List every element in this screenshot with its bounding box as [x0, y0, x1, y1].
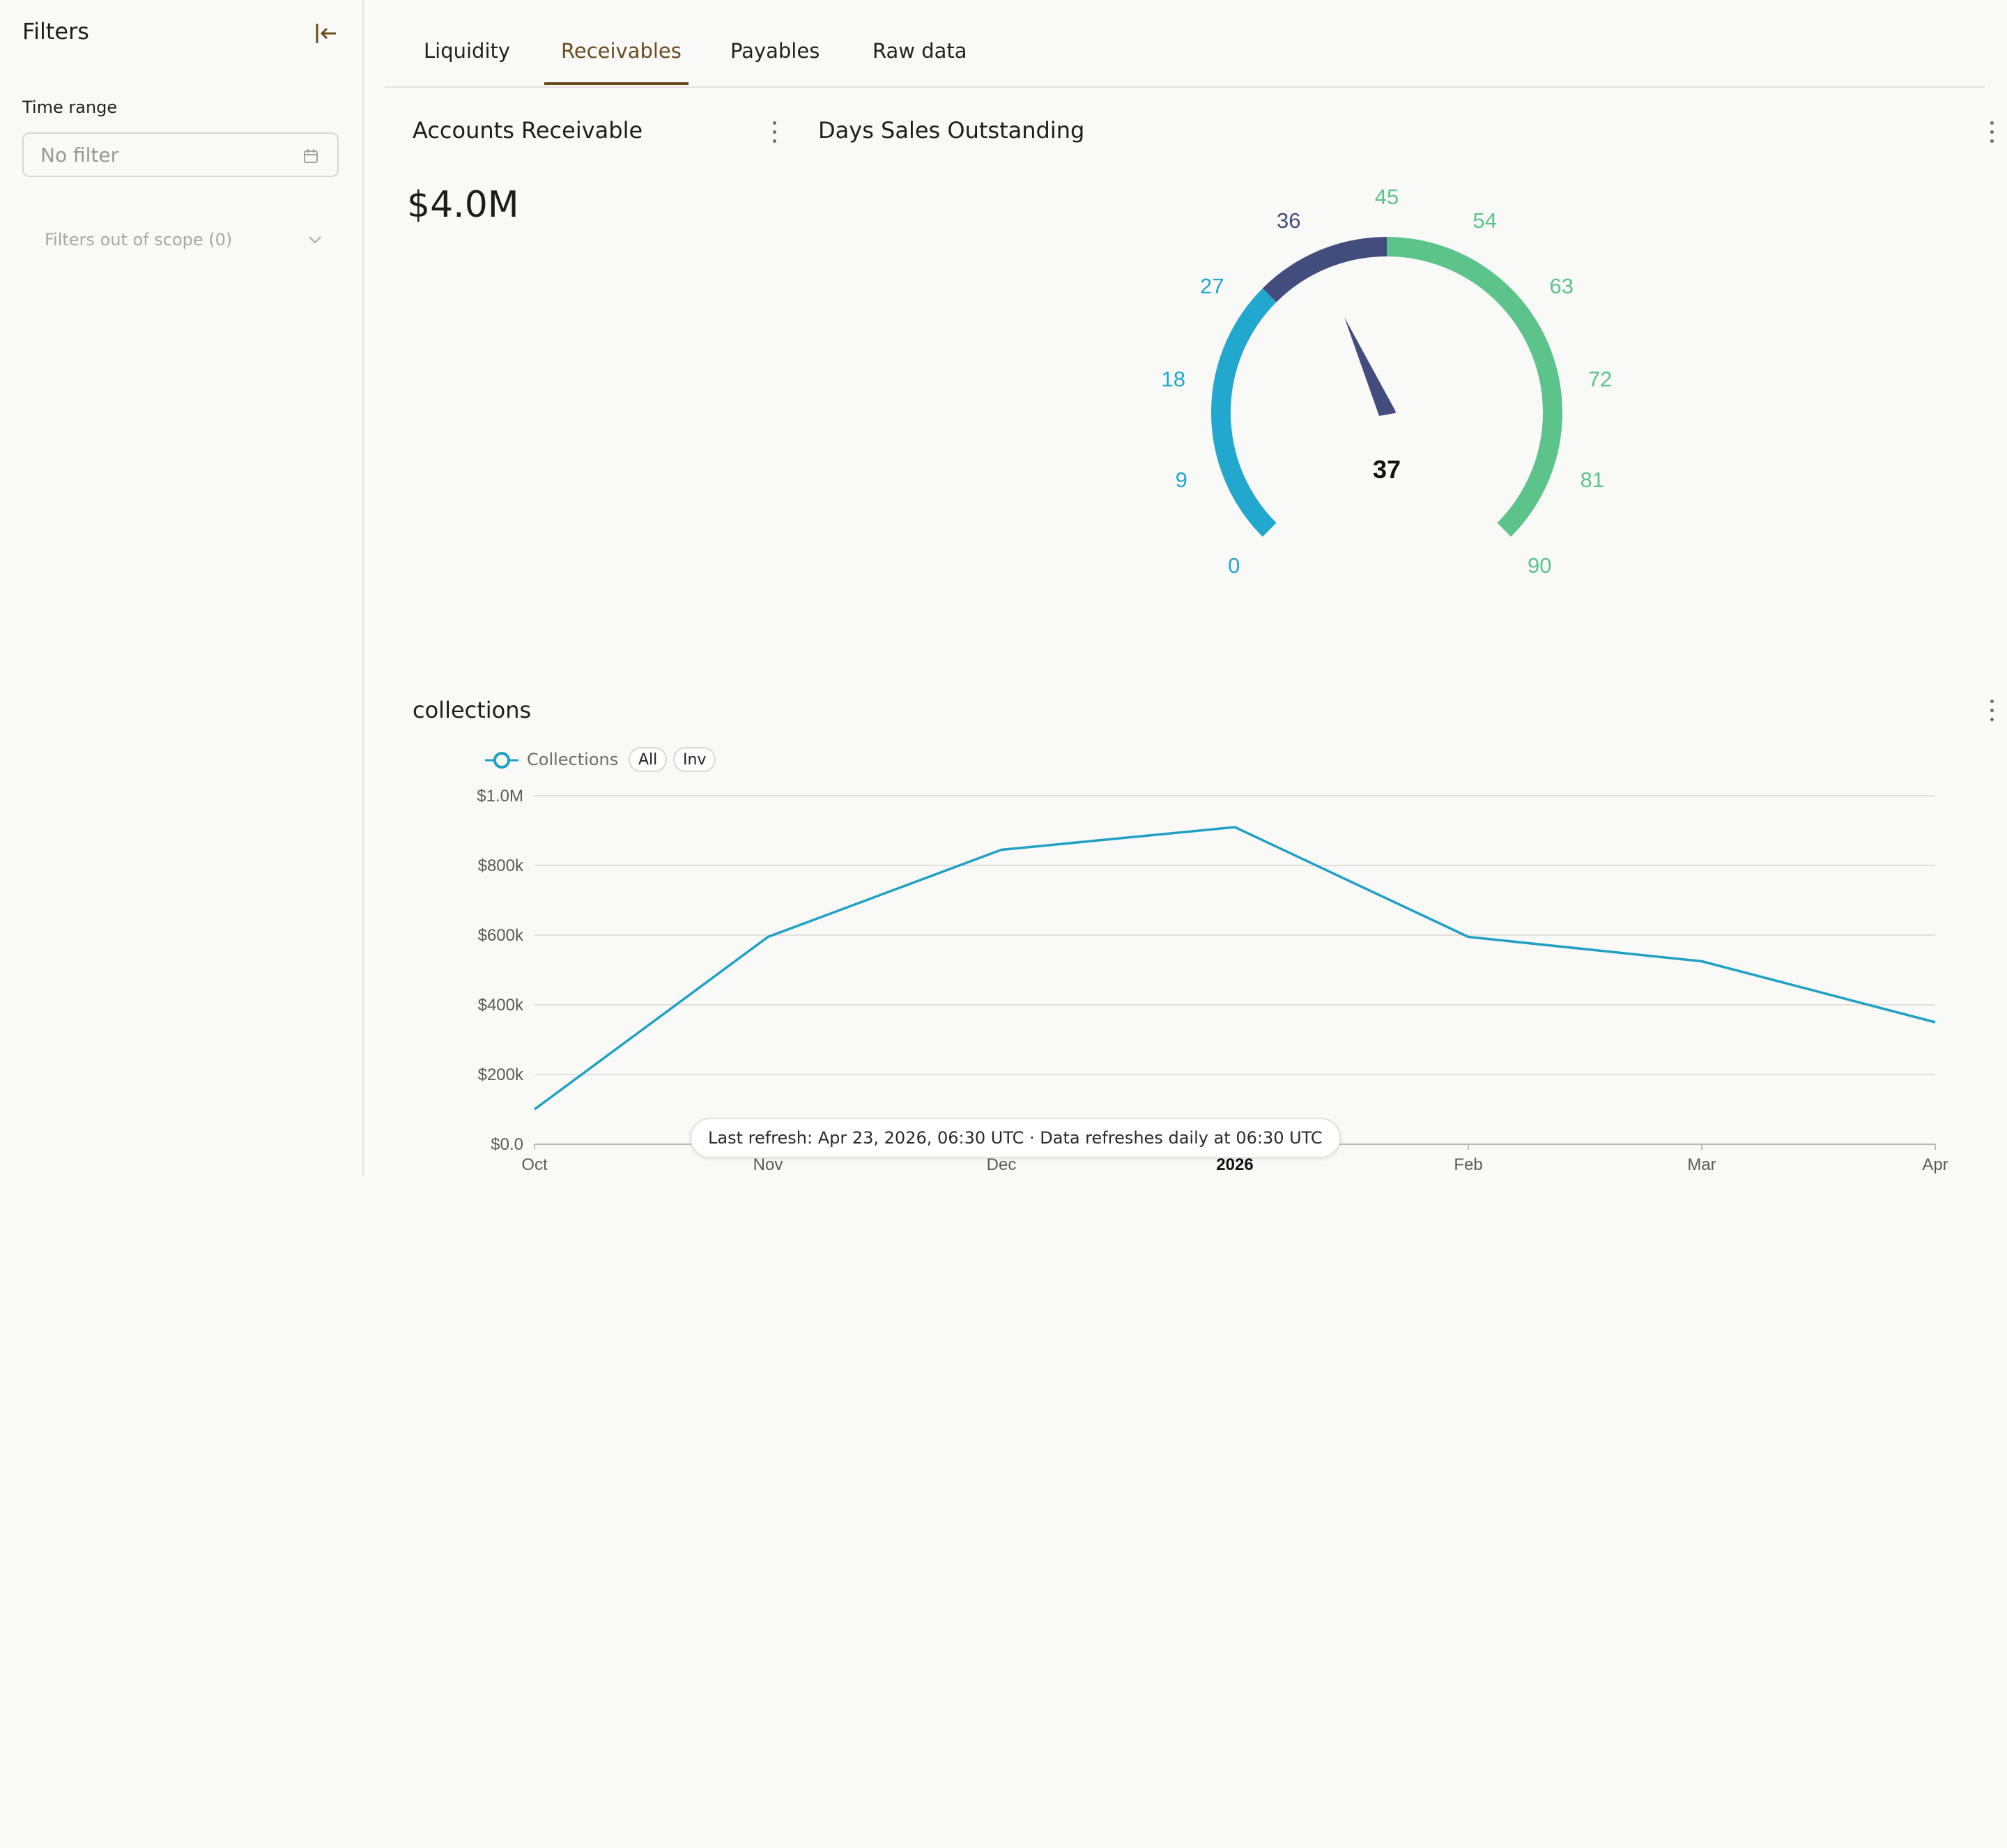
- x-tick-label: Mar: [1687, 1155, 1716, 1174]
- dso-menu-button[interactable]: [1985, 120, 1999, 145]
- legend-series-marker-icon[interactable]: [484, 750, 520, 771]
- y-tick-label: $600k: [478, 926, 524, 945]
- x-tick-label: Oct: [521, 1155, 548, 1174]
- accounts-receivable-menu-button[interactable]: [767, 120, 781, 145]
- gauge-tick-label: 63: [1550, 274, 1574, 298]
- gauge-band-0: [1210, 288, 1277, 537]
- filters-sidebar: Filters Time range No filter Filters out…: [0, 0, 364, 1176]
- y-tick-label: $200k: [478, 1065, 524, 1084]
- x-tick-label: Apr: [1922, 1155, 1948, 1174]
- filters-out-of-scope-toggle[interactable]: Filters out of scope (0): [45, 230, 323, 251]
- y-tick-label: $800k: [478, 856, 524, 875]
- gauge-tick-label: 90: [1528, 553, 1551, 578]
- chip-all[interactable]: All: [629, 747, 668, 772]
- gauge-band-2: [1386, 237, 1562, 537]
- accounts-receivable-value: $4.0M: [407, 184, 519, 226]
- time-range-input[interactable]: No filter: [22, 132, 339, 177]
- y-tick-label: $0.0: [491, 1135, 523, 1154]
- time-range-placeholder: No filter: [40, 144, 119, 167]
- gauge-tick-label: 27: [1200, 274, 1224, 298]
- gauge-tick-label: 45: [1375, 185, 1399, 209]
- tab-receivables[interactable]: Receivables: [561, 39, 682, 63]
- active-tab-indicator: [544, 82, 689, 85]
- gauge-value: 37: [1373, 455, 1401, 484]
- collections-menu-button[interactable]: [1985, 698, 1999, 723]
- y-tick-label: $1.0M: [477, 787, 523, 806]
- collapse-sidebar-button[interactable]: [309, 17, 343, 50]
- filters-out-of-scope-label: Filters out of scope (0): [45, 230, 233, 249]
- x-tick-label: 2026: [1216, 1155, 1253, 1174]
- gauge-tick-label: 18: [1162, 367, 1185, 392]
- gauge-tick-label: 36: [1277, 208, 1300, 233]
- chip-inv[interactable]: Inv: [673, 747, 716, 772]
- x-tick-label: Dec: [987, 1155, 1017, 1174]
- tab-liquidity[interactable]: Liquidity: [424, 39, 510, 63]
- gauge-tick-label: 81: [1581, 468, 1604, 492]
- dso-title: Days Sales Outstanding: [818, 117, 1085, 144]
- gauge-tick-label: 9: [1176, 468, 1187, 492]
- x-tick-label: Feb: [1454, 1155, 1482, 1174]
- dashboard-tabs: Liquidity Receivables Payables Raw data: [385, 0, 1985, 88]
- time-range-label: Time range: [22, 98, 118, 117]
- x-tick-label: Nov: [753, 1155, 783, 1174]
- collections-title: collections: [413, 697, 532, 723]
- legend-series-label[interactable]: Collections: [527, 750, 618, 769]
- y-tick-label: $400k: [478, 996, 524, 1015]
- gauge-needle: [1344, 317, 1397, 416]
- gauge-tick-label: 72: [1588, 367, 1612, 392]
- tab-payables[interactable]: Payables: [730, 39, 820, 63]
- gauge-tick-label: 54: [1472, 208, 1496, 233]
- dso-gauge: 0 9 18 27 36 45 54 63 72 81 90 37: [1162, 185, 1613, 578]
- accounts-receivable-title: Accounts Receivable: [413, 117, 643, 144]
- last-refresh-banner: Last refresh: Apr 23, 2026, 06:30 UTC · …: [690, 1118, 1341, 1158]
- calendar-icon: [304, 149, 318, 163]
- filters-title: Filters: [22, 18, 89, 45]
- chevron-down-icon: [309, 236, 321, 244]
- series-line-collections: [533, 826, 1936, 1111]
- gauge-tick-label: 0: [1228, 553, 1240, 578]
- gauge-band-1: [1262, 237, 1387, 302]
- collapse-left-icon: [316, 24, 336, 43]
- tab-raw-data[interactable]: Raw data: [872, 39, 967, 63]
